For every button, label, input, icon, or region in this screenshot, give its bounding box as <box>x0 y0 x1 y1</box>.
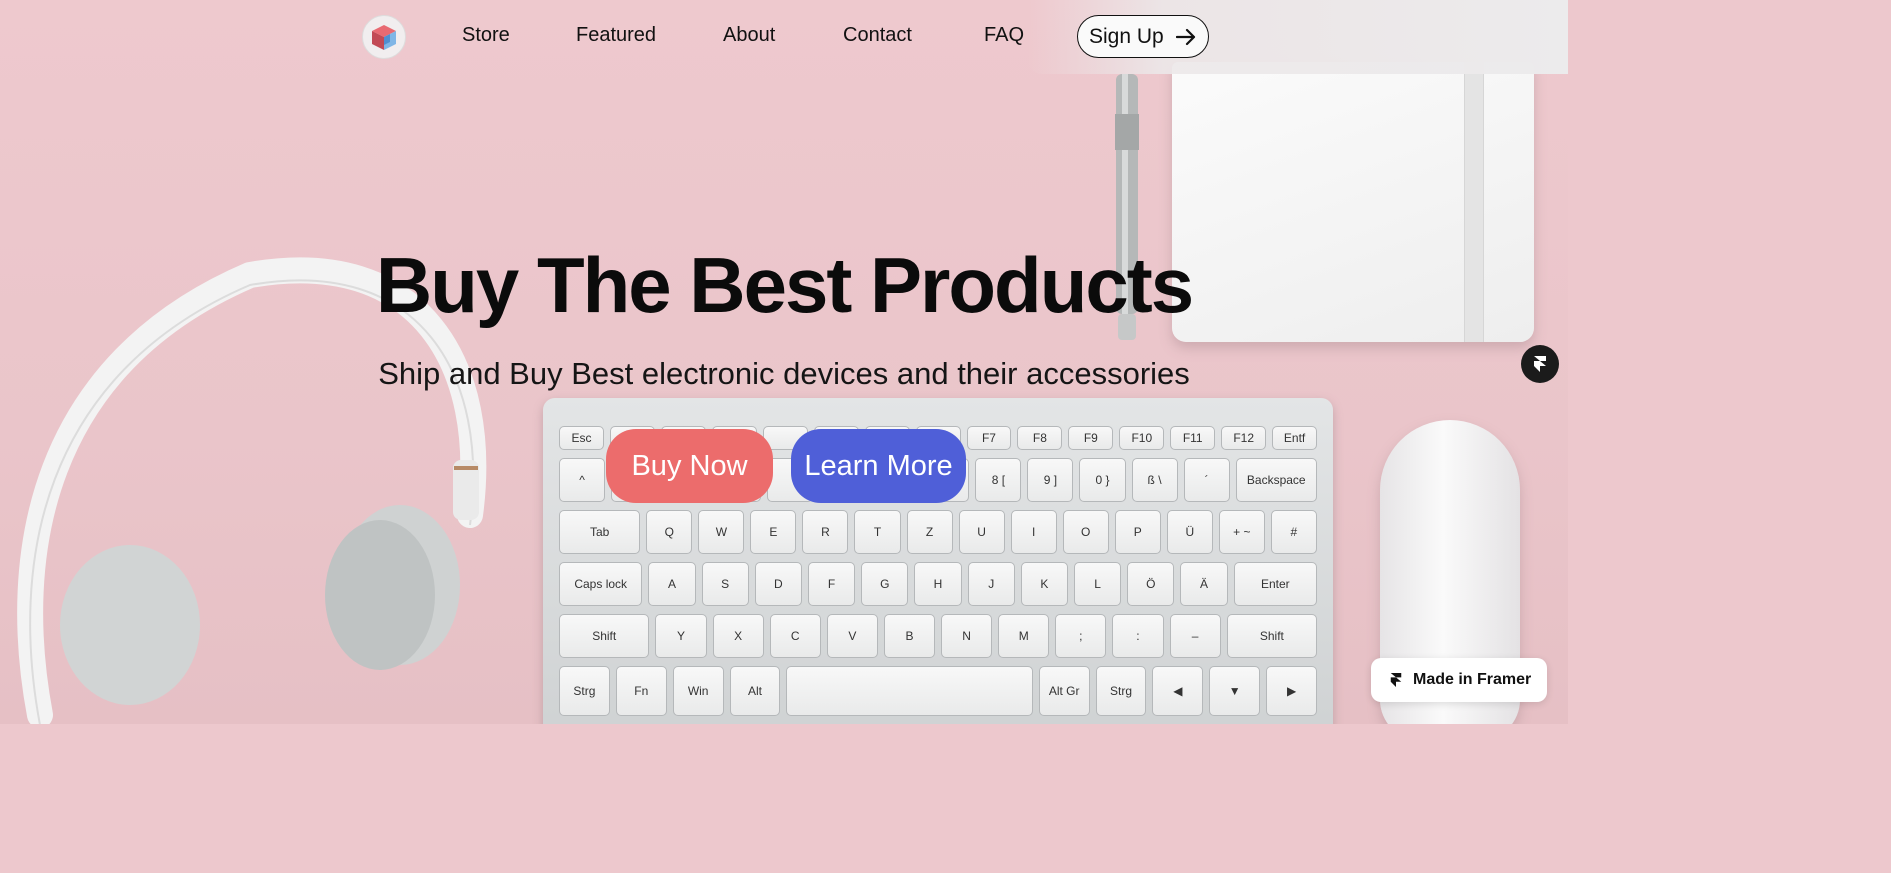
keyboard-key: Esc <box>559 426 604 450</box>
keyboard-key: Entf <box>1272 426 1318 450</box>
keyboard-key: Y <box>655 614 707 658</box>
framer-logo-svg <box>1534 356 1546 372</box>
keyboard-key: N <box>941 614 993 658</box>
sign-up-label: Sign Up <box>1089 24 1164 48</box>
keyboard-key <box>786 666 1033 716</box>
keyboard-key: F10 <box>1119 426 1165 450</box>
keyboard-key: ´ <box>1183 458 1230 502</box>
nav-link-featured[interactable]: Featured <box>576 24 656 47</box>
keyboard-key: Caps lock <box>559 562 643 606</box>
keyboard-key: X <box>712 614 764 658</box>
keyboard-key: : <box>1112 614 1164 658</box>
keyboard-key: Tab <box>559 510 641 554</box>
keyboard-key: 9 ] <box>1027 458 1074 502</box>
keyboard-key: J <box>967 562 1015 606</box>
keyboard-key: ; <box>1055 614 1107 658</box>
keyboard-key: O <box>1062 510 1109 554</box>
keyboard-key: Strg <box>559 666 610 716</box>
keyboard-key: 8 [ <box>975 458 1022 502</box>
keyboard-key: ß \ <box>1131 458 1178 502</box>
keyboard-key: W <box>698 510 745 554</box>
keyboard-key: Alt <box>729 666 781 716</box>
keyboard-key: ◀ <box>1152 666 1204 716</box>
keyboard-key: Ü <box>1166 510 1213 554</box>
learn-more-button[interactable]: Learn More <box>791 429 966 503</box>
nav-link-contact[interactable]: Contact <box>843 24 912 47</box>
keyboard-key: F9 <box>1068 426 1114 450</box>
keyboard-key: A <box>648 562 696 606</box>
keyboard-key: – <box>1169 614 1221 658</box>
keyboard-row: Shift Y X C V B N M;: – Shift <box>559 614 1318 658</box>
arrow-right-icon <box>1175 28 1195 45</box>
keyboard-key: P <box>1114 510 1161 554</box>
hero-title: Buy The Best Products <box>375 241 1194 329</box>
keyboard-key: Strg <box>1095 666 1147 716</box>
keyboard-row: Tab Q W E R T Z U I O P Ü + ~ # <box>559 510 1317 554</box>
keyboard-key: E <box>750 510 797 554</box>
keyboard-key: F11 <box>1170 426 1216 450</box>
keyboard-key: Q <box>646 510 693 554</box>
keyboard-key: C <box>769 614 821 658</box>
keyboard-key: K <box>1020 562 1068 606</box>
keyboard-key: R <box>802 510 849 554</box>
keyboard-key: Ö <box>1127 562 1175 606</box>
top-nav: Store Featured About Contact FAQ Sign Up <box>0 0 1568 74</box>
keyboard-key: Shift <box>559 614 650 658</box>
framer-icon[interactable] <box>1521 345 1559 383</box>
keyboard-key: M <box>998 614 1050 658</box>
made-in-framer-label: Made in Framer <box>1413 671 1532 688</box>
keyboard-key: Z <box>906 510 953 554</box>
keyboard-key: Win <box>672 666 724 716</box>
keyboard-key: B <box>883 614 936 658</box>
keyboard-key: Alt Gr <box>1038 666 1090 716</box>
nav-link-store[interactable]: Store <box>462 24 510 47</box>
keyboard-key: D <box>754 562 802 606</box>
keyboard-key: ▶ <box>1266 666 1318 716</box>
keyboard-key: 0 } <box>1079 458 1126 502</box>
keyboard-key: F <box>807 562 856 606</box>
cube-logo-icon[interactable] <box>362 15 406 59</box>
nav-link-about[interactable]: About <box>723 24 775 47</box>
framer-icon <box>1390 673 1402 687</box>
nav-link-faq[interactable]: FAQ <box>984 24 1024 47</box>
keyboard-key: F7 <box>966 426 1012 450</box>
keyboard-key: G <box>861 562 909 606</box>
keyboard-key: # <box>1270 510 1317 554</box>
made-in-framer-badge[interactable]: Made in Framer <box>1371 658 1547 702</box>
keyboard-key: Backspace <box>1235 458 1317 502</box>
keyboard-key: V <box>826 614 878 658</box>
cube-logo-svg <box>372 25 396 50</box>
keyboard-row: Caps lock A S D F G H J K L Ö Ä Enter <box>559 562 1317 606</box>
keyboard-key: + ~ <box>1218 510 1265 554</box>
keyboard-key: ▼ <box>1209 666 1261 716</box>
keyboard-key: L <box>1074 562 1122 606</box>
keyboard-key: Fn <box>615 666 667 716</box>
buy-now-button[interactable]: Buy Now <box>606 429 773 503</box>
keyboard-key: ^ <box>559 458 606 502</box>
keyboard-key: F12 <box>1221 426 1267 450</box>
keyboard-key: T <box>854 510 901 554</box>
keyboard-key: Enter <box>1233 562 1317 606</box>
keyboard-row: Strg Fn Win Alt Alt Gr Strg ◀ ▼ ▶ <box>559 666 1318 716</box>
keyboard-key: Shift <box>1226 614 1318 658</box>
keyboard-key: F8 <box>1017 426 1063 450</box>
sign-up-button[interactable]: Sign Up <box>1077 15 1209 58</box>
keyboard-key: U <box>958 510 1005 554</box>
keyboard-key: S <box>701 562 749 606</box>
keyboard-key: I <box>1010 510 1057 554</box>
keyboard-key: H <box>914 562 962 606</box>
hero-subtitle: Ship and Buy Best electronic devices and… <box>378 356 1190 391</box>
keyboard-key: Ä <box>1180 562 1228 606</box>
